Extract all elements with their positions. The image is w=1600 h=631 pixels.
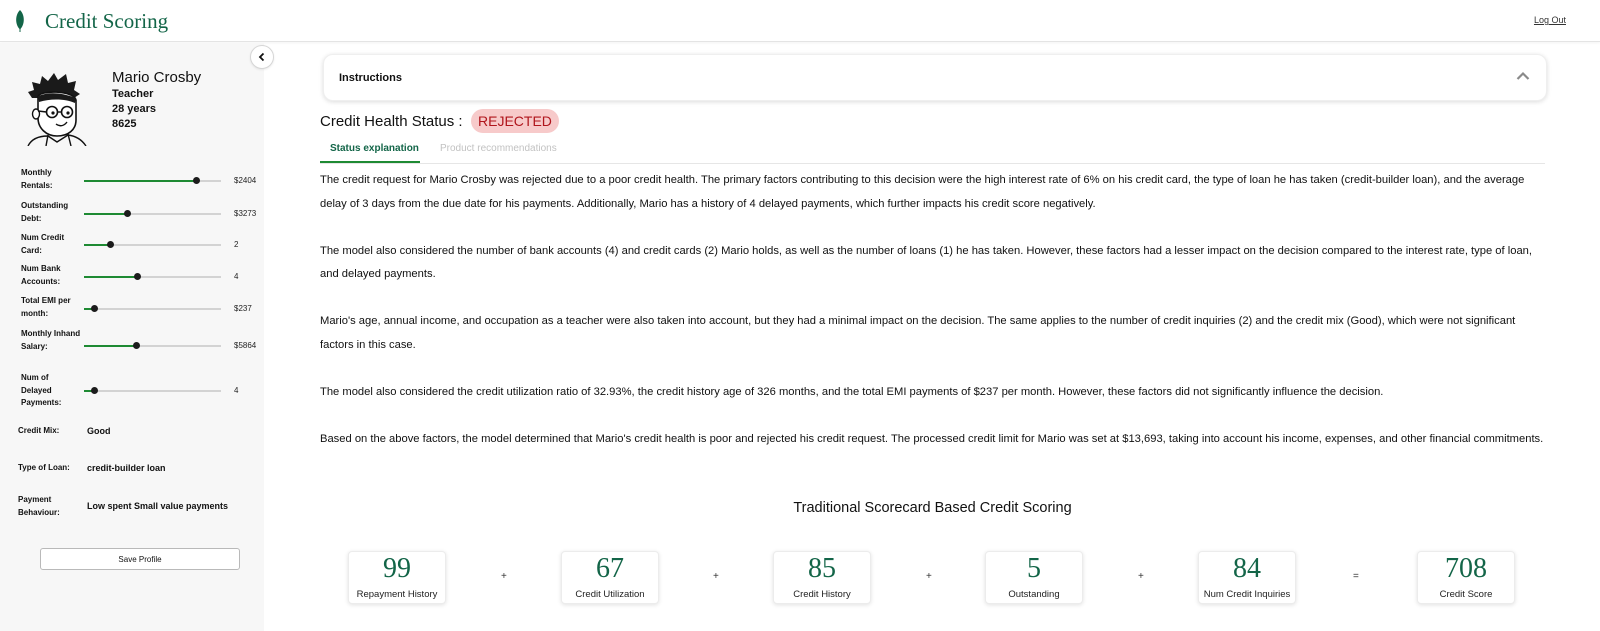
status-explanation-text: The credit request for Mario Crosby was … [320,169,1548,475]
slider-num-delayed-payments: Num of Delayed Payments: 4 [0,372,264,412]
plus-sign: + [1138,571,1144,582]
score-card-repayment-history: 99 Repayment History [348,551,446,604]
slider-value: $237 [234,304,252,313]
tab-status-explanation[interactable]: Status explanation [320,143,420,163]
scorecard-title: Traditional Scorecard Based Credit Scori… [793,500,1072,516]
score-label: Credit Utilization [575,589,645,600]
explanation-paragraph: The model also considered the credit uti… [320,385,1384,398]
score-card-num-credit-inquiries: 84 Num Credit Inquiries [1198,551,1296,604]
slider-value: $5864 [234,341,257,350]
slider-fill [84,180,197,182]
credit-mix-value: Good [87,426,111,436]
slider-track[interactable] [84,387,221,394]
tab-product-recommendations[interactable]: Product recommendations [440,143,557,154]
profile-name: Mario Crosby [112,69,202,86]
score-card-outstanding: 5 Outstanding [985,551,1083,604]
slider-label: Total EMI per month: [21,296,71,318]
slider-thumb[interactable] [132,342,140,349]
profile-occupation: Teacher [112,88,154,100]
plus-sign: + [713,571,719,582]
slider-track[interactable] [84,177,221,184]
slider-label: Num Bank Accounts: [21,264,61,286]
slider-fill [84,276,138,278]
collapse-sidebar-button[interactable] [250,45,274,69]
score-card-credit-history: 85 Credit History [773,551,871,604]
avatar [27,73,87,146]
profile-age: 28 years [112,103,157,115]
explanation-paragraph: The credit request for Mario Crosby was … [320,174,1525,210]
explanation-paragraph: Mario's age, annual income, and occupati… [320,315,1516,351]
loan-type-value: credit-builder loan [87,463,166,473]
score-label: Outstanding [1008,589,1060,600]
status-title: Credit Health Status : [320,113,463,130]
slider-value: 4 [234,386,239,395]
payment-behaviour-value: Low spent Small value payments [87,501,229,511]
plus-sign: + [501,571,507,582]
score-label: Credit Score [1439,589,1493,600]
instructions-accordion[interactable]: Instructions [323,54,1547,101]
score-label: Repayment History [356,589,438,600]
slider-fill [84,345,137,347]
instructions-title: Instructions [339,72,402,84]
payment-behaviour-label: Payment Behaviour: [18,495,60,517]
slider-value: $3273 [234,209,257,218]
tab-bar: Status explanation Product recommendatio… [320,138,1545,164]
score-label: Num Credit Inquiries [1203,589,1291,600]
slider-thumb[interactable] [91,305,99,312]
slider-label: Outstanding Debt: [21,201,69,223]
slider-thumb[interactable] [124,210,132,217]
score-value: 5 [1027,553,1041,584]
logout-link[interactable]: Log Out [1534,15,1566,25]
score-card-credit-score: 708 Credit Score [1417,551,1515,604]
score-value: 99 [383,553,411,584]
slider-thumb[interactable] [192,177,200,184]
slider-track[interactable] [84,210,221,217]
app-title: Credit Scoring [45,9,169,33]
slider-thumb[interactable] [106,241,114,248]
plus-sign: + [926,571,932,582]
profile-sidebar: Mario Crosby Teacher 28 years 8625 Month… [0,43,264,631]
slider-fill [84,213,128,215]
slider-value: $2404 [234,176,257,185]
leaf-logo-icon [16,10,24,32]
slider-monthly-inhand-salary: Monthly Inhand Salary: $5864 [0,328,264,368]
slider-label: Monthly Rentals: [21,168,53,190]
slider-track[interactable] [84,305,221,312]
slider-label: Monthly Inhand Salary: [21,329,81,351]
score-value: 67 [596,553,624,584]
slider-thumb[interactable] [133,273,141,280]
credit-mix-label: Credit Mix: [18,426,60,435]
loan-type-label: Type of Loan: [18,463,70,472]
slider-label: Num Credit Card: [21,233,65,255]
slider-label: Num of Delayed Payments: [21,373,62,407]
top-header: Credit Scoring Log Out [0,0,1600,42]
slider-track[interactable] [84,273,221,280]
score-value: 85 [808,553,836,584]
score-card-credit-utilization: 67 Credit Utilization [561,551,659,604]
profile-id: 8625 [112,118,137,130]
slider-track[interactable] [84,241,221,248]
score-value: 708 [1445,553,1487,584]
save-profile-button[interactable]: Save Profile [40,548,240,570]
explanation-paragraph: The model also considered the number of … [320,244,1533,281]
slider-value: 2 [234,240,239,249]
explanation-paragraph: Based on the above factors, the model de… [320,432,1544,445]
chevron-left-icon [258,52,265,62]
status-badge: REJECTED [471,109,559,133]
equals-sign: = [1353,571,1359,582]
chevron-up-icon[interactable] [1516,71,1530,81]
slider-track[interactable] [84,342,221,349]
score-label: Credit History [793,589,851,600]
slider-value: 4 [234,272,239,281]
score-value: 84 [1233,553,1261,584]
slider-thumb[interactable] [91,387,99,394]
